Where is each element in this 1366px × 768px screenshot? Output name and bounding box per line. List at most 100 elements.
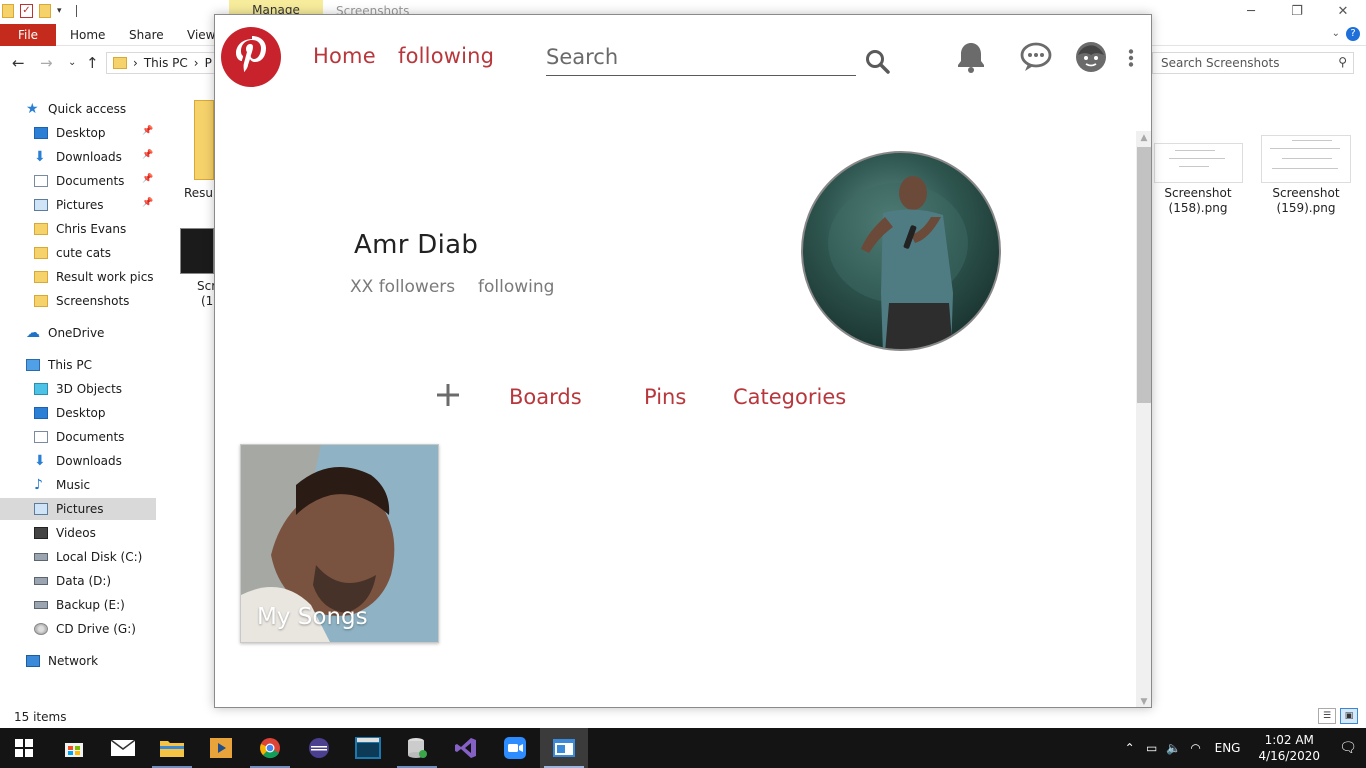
result-folder-thumbnail[interactable] [194, 100, 214, 180]
chat-bubble-icon[interactable] [1018, 39, 1054, 75]
pinterest-logo-icon[interactable] [221, 27, 281, 87]
back-arrow-icon[interactable]: ← [12, 54, 25, 72]
database-icon [408, 738, 427, 758]
start-button[interactable] [0, 728, 48, 768]
prolog-icon [355, 737, 381, 759]
taskbar-media-player[interactable] [197, 728, 245, 768]
explorer-search-input[interactable]: Search Screenshots ⚲ [1152, 52, 1354, 74]
taskbar-chrome[interactable] [246, 728, 294, 768]
battery-icon[interactable]: ▭ [1141, 741, 1163, 755]
scrollbar-thumb[interactable] [1137, 147, 1151, 403]
sidebar-item-pictures[interactable]: Pictures [34, 194, 104, 216]
new-folder-icon[interactable] [39, 4, 51, 18]
nav-following-link[interactable]: following [398, 44, 494, 68]
wifi-icon[interactable]: ◠ [1185, 741, 1207, 755]
star-icon: ★ [26, 101, 39, 117]
nav-home-link[interactable]: Home [313, 44, 376, 68]
taskbar-prolog[interactable] [344, 728, 392, 768]
app-search-input[interactable]: Search [546, 43, 856, 76]
vertical-scrollbar[interactable]: ▲ ▼ [1136, 131, 1151, 707]
expand-ribbon-icon[interactable]: ⌄ [1332, 28, 1340, 39]
following-count[interactable]: following [478, 277, 554, 297]
sidebar-item-downloads[interactable]: ⬇ Downloads [34, 146, 122, 168]
volume-icon[interactable]: 🔈 [1163, 741, 1185, 755]
taskbar-mail[interactable] [99, 728, 147, 768]
large-icons-view-icon[interactable]: ▣ [1340, 708, 1358, 724]
sidebar-item-documents-pc[interactable]: Documents [34, 426, 124, 448]
board-card[interactable]: My Songs [240, 444, 439, 643]
sidebar-item-screenshots[interactable]: Screenshots [34, 290, 129, 312]
recent-locations-icon[interactable]: ⌄ [68, 57, 76, 68]
sidebar-item-label: Backup (E:) [56, 598, 125, 612]
file-tab[interactable]: File [0, 24, 56, 46]
forward-arrow-icon[interactable]: → [40, 54, 53, 72]
share-tab[interactable]: Share [129, 24, 164, 46]
mail-icon [111, 740, 135, 756]
view-tab[interactable]: View [187, 24, 215, 46]
sidebar-item-cd-drive-g[interactable]: CD Drive (G:) [34, 618, 136, 640]
sidebar-item-this-pc[interactable]: This PC [26, 354, 92, 376]
scroll-up-arrow-icon[interactable]: ▲ [1136, 131, 1151, 145]
show-hidden-icons-chevron-icon[interactable]: ⌃ [1119, 741, 1141, 755]
sidebar-item-music[interactable]: ♪ Music [34, 474, 90, 496]
minimize-icon[interactable]: ─ [1228, 0, 1274, 22]
taskbar-zoom[interactable] [491, 728, 539, 768]
sidebar-item-backup-e[interactable]: Backup (E:) [34, 594, 125, 616]
sidebar-item-downloads-pc[interactable]: ⬇ Downloads [34, 450, 122, 472]
sidebar-item-videos[interactable]: Videos [34, 522, 96, 544]
sidebar-item-desktop-pc[interactable]: Desktop [34, 402, 106, 424]
up-arrow-icon[interactable]: ↑ [86, 54, 99, 72]
tab-boards[interactable]: Boards [509, 385, 582, 409]
sidebar-item-cute-cats[interactable]: cute cats [34, 242, 111, 264]
close-icon[interactable]: ✕ [1320, 0, 1366, 22]
windows-logo-icon [15, 739, 33, 757]
taskbar-file-explorer[interactable] [148, 728, 196, 768]
followers-count[interactable]: XX followers [350, 277, 455, 297]
clock[interactable]: 1:02 AM 4/16/2020 [1258, 732, 1320, 764]
film-strip-icon [34, 527, 48, 539]
restore-icon[interactable]: ❐ [1274, 0, 1320, 22]
tab-categories[interactable]: Categories [733, 385, 846, 409]
taskbar-eclipse[interactable] [295, 728, 343, 768]
sidebar-item-desktop[interactable]: Desktop [34, 122, 106, 144]
sidebar-item-label: Downloads [56, 454, 122, 468]
sidebar-item-onedrive[interactable]: ☁ OneDrive [26, 322, 104, 344]
sidebar-item-result-work-pics[interactable]: Result work pics [34, 266, 154, 288]
search-icon[interactable] [865, 49, 891, 75]
more-options-icon[interactable] [1127, 49, 1135, 67]
help-icon[interactable]: ? [1346, 27, 1360, 41]
taskbar-store[interactable] [50, 728, 98, 768]
taskbar-visual-studio[interactable] [442, 728, 490, 768]
sidebar-item-pictures-pc[interactable]: Pictures [0, 498, 156, 520]
sidebar-item-local-disk-c[interactable]: Local Disk (C:) [34, 546, 142, 568]
customize-toolbar-icon[interactable]: ▾ [57, 6, 62, 16]
sidebar-item-chris-evans[interactable]: Chris Evans [34, 218, 126, 240]
sidebar-item-documents[interactable]: Documents [34, 170, 124, 192]
taskbar-db-app[interactable] [393, 728, 441, 768]
properties-icon[interactable]: ✓ [20, 4, 33, 18]
address-box[interactable]: › This PC › P [106, 52, 226, 74]
home-tab[interactable]: Home [70, 24, 105, 46]
tab-pins[interactable]: Pins [644, 385, 686, 409]
sidebar-item-quick-access[interactable]: ★ Quick access [26, 98, 126, 120]
breadcrumb-this-pc[interactable]: This PC [144, 56, 188, 70]
bell-icon[interactable] [953, 39, 989, 75]
system-tray: ⌃ ▭ 🔈 ◠ ENG 1:02 AM 4/16/2020 🗨 [1119, 728, 1366, 768]
sidebar-item-3d-objects[interactable]: 3D Objects [34, 378, 122, 400]
sidebar-item-network[interactable]: Network [26, 650, 98, 672]
sidebar-item-data-d[interactable]: Data (D:) [34, 570, 111, 592]
visual-studio-icon [455, 738, 476, 758]
scroll-down-arrow-icon[interactable]: ▼ [1136, 695, 1151, 707]
drive-icon [34, 601, 48, 609]
add-board-button[interactable] [434, 381, 462, 409]
store-bag-icon [65, 743, 83, 757]
breadcrumb-pictures[interactable]: P [205, 56, 212, 70]
notification-center-icon[interactable]: 🗨 [1330, 740, 1366, 756]
profile-name: Amr Diab [354, 230, 479, 260]
taskbar-app-window[interactable] [540, 728, 588, 768]
screenshot-thumbnail[interactable] [180, 228, 214, 274]
details-view-icon[interactable]: ☰ [1318, 708, 1336, 724]
language-indicator[interactable]: ENG [1215, 741, 1241, 755]
drive-icon [34, 577, 48, 585]
user-avatar-icon[interactable] [1073, 39, 1109, 75]
